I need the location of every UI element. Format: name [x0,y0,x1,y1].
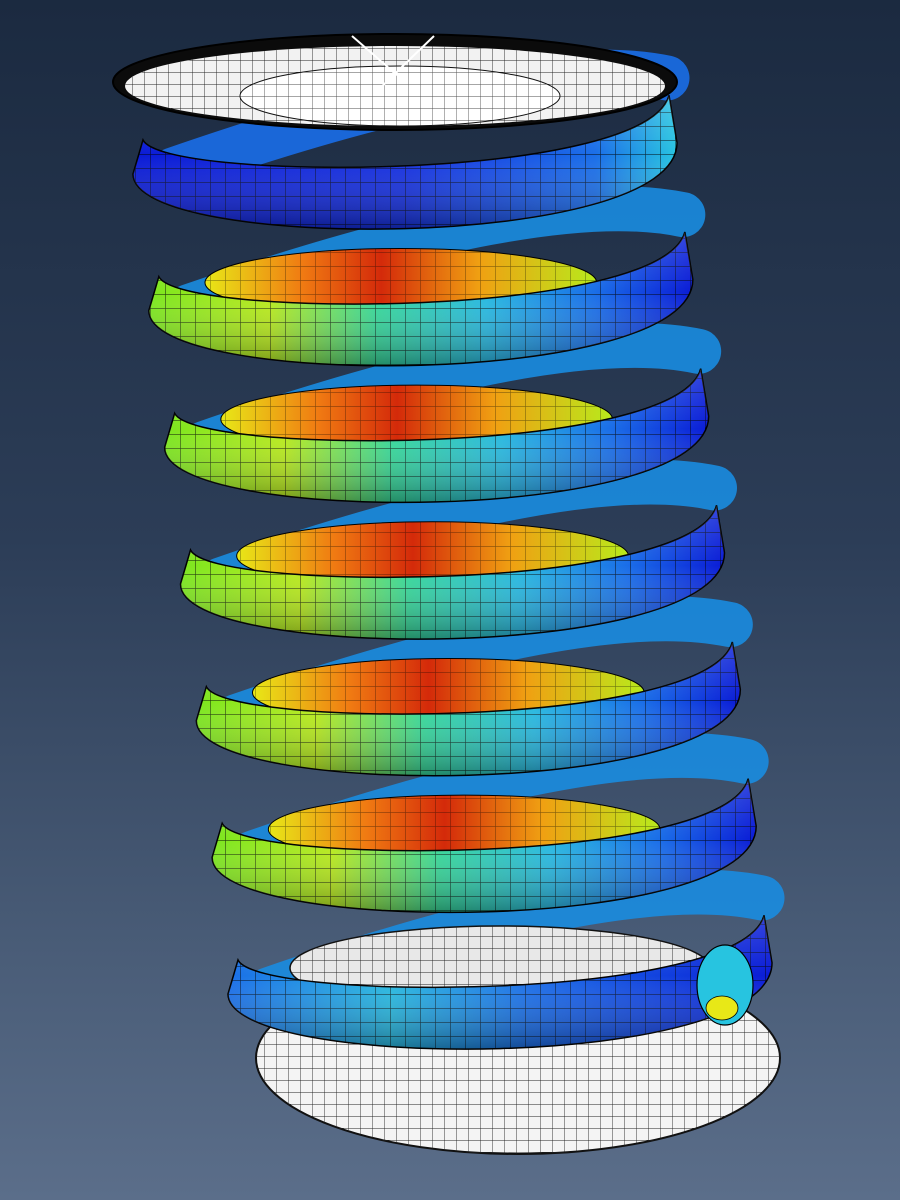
fea-viewport[interactable] [0,0,900,1200]
coil-end-tip-contact [705,995,739,1021]
spring-model-canvas[interactable] [0,0,900,1200]
top-plate [112,33,678,131]
